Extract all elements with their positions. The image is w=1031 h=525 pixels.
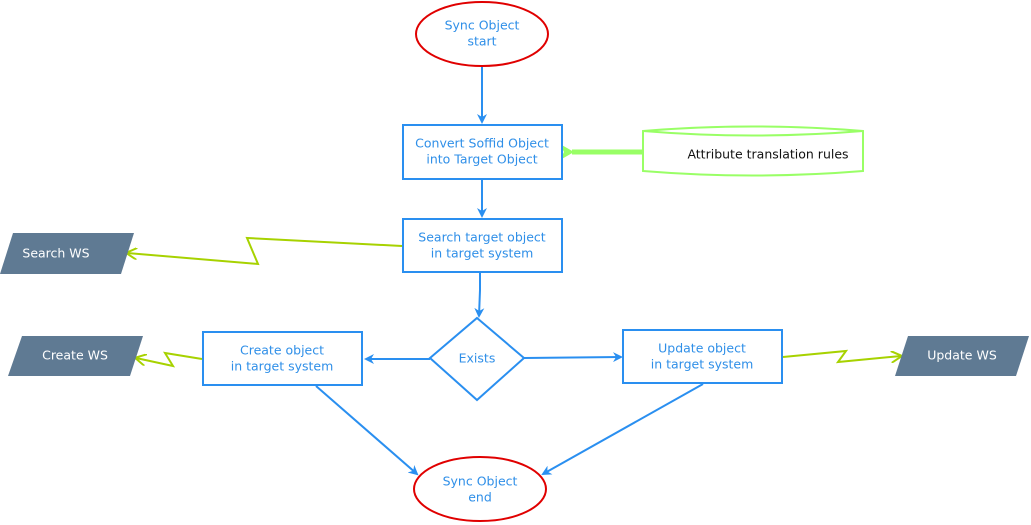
update-ws-label: Update WS [927, 348, 997, 363]
update-node: Update object in target system [622, 329, 783, 384]
convert-label-line2: into Target Object [426, 152, 537, 167]
end-label-line2: end [468, 490, 492, 505]
create-ws-node: Create WS [8, 336, 143, 376]
exists-label: Exists [459, 351, 496, 366]
convert-node: Convert Soffid Object into Target Object [402, 124, 563, 180]
rules-node: Attribute translation rules [642, 125, 864, 177]
search-ws-node: Search WS [0, 233, 134, 274]
end-label-line1: Sync Object [443, 474, 518, 489]
exists-node: Exists [428, 316, 526, 402]
update-label-line1: Update object [658, 341, 746, 356]
start-label-line2: start [467, 34, 496, 49]
edge-create-createws [136, 351, 203, 368]
create-label-line2: in target system [231, 359, 334, 374]
search-label-line2: in target system [431, 246, 534, 261]
edge-create-end [315, 385, 419, 476]
convert-label-line1: Convert Soffid Object [415, 136, 549, 151]
search-ws-label: Search WS [22, 246, 89, 261]
edge-search-searchws [127, 236, 403, 266]
start-label-line1: Sync Object [445, 18, 520, 33]
rules-label: Attribute translation rules [687, 147, 848, 162]
edge-exists-update [523, 352, 623, 363]
create-node: Create object in target system [202, 331, 363, 386]
end-node: Sync Object end [413, 456, 547, 522]
create-label-line1: Create object [240, 343, 324, 358]
flowchart: Sync Object start Convert Soffid Object … [0, 1, 1029, 522]
search-label-line1: Search target object [418, 230, 546, 245]
search-node: Search target object in target system [402, 218, 563, 273]
start-node: Sync Object start [415, 1, 549, 67]
edge-update-end [541, 383, 704, 475]
edge-search-exists [474, 272, 485, 318]
create-ws-label: Create WS [42, 348, 108, 363]
update-label-line2: in target system [651, 357, 754, 372]
edge-update-updatews [782, 349, 901, 364]
update-ws-node: Update WS [895, 336, 1029, 376]
